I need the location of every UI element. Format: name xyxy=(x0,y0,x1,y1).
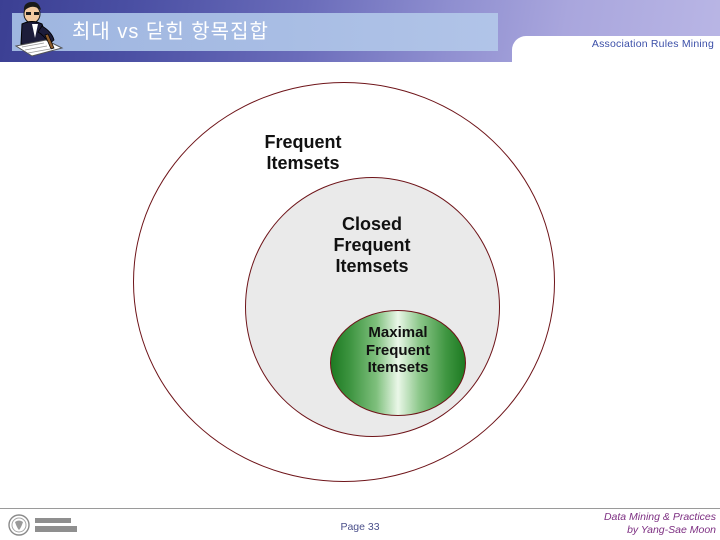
maximal-label-line1: Maximal xyxy=(368,324,428,341)
footer-credit-line2: by Yang-Sae Moon xyxy=(627,524,716,536)
maximal-label-line3: Itemsets xyxy=(367,359,429,377)
frequent-itemsets-label: Frequent Itemsets xyxy=(213,132,393,174)
presenter-clipart-icon xyxy=(14,2,64,57)
maximal-label-line2: Frequent xyxy=(365,341,431,359)
slide-header-band: 최대 vs 닫힌 항목집합 xyxy=(0,0,720,62)
closed-label-line1: Closed xyxy=(341,214,402,234)
page-title: 최대 vs 닫힌 항목집합 xyxy=(72,21,269,43)
frequent-itemsets-label-line1: Frequent xyxy=(264,132,342,152)
closed-frequent-itemsets-label: Closed Frequent Itemsets xyxy=(282,214,462,278)
closed-label-line3: Itemsets xyxy=(335,256,409,277)
footer-divider xyxy=(0,508,720,509)
frequent-itemsets-label-line2: Itemsets xyxy=(266,153,340,174)
venn-diagram: Frequent Itemsets Closed Frequent Itemse… xyxy=(0,62,720,482)
maximal-frequent-itemsets-label: Maximal Frequent Itemsets xyxy=(338,324,458,377)
kangwon-university-logo xyxy=(8,514,77,536)
page-number: Page 33 xyxy=(340,521,380,533)
closed-label-line2: Frequent xyxy=(333,235,411,256)
footer-credit-line1: Data Mining & Practices xyxy=(603,511,716,523)
course-subtitle: Association Rules Mining xyxy=(591,38,714,50)
footer-credit: Data Mining & Practices by Yang-Sae Moon xyxy=(476,511,716,537)
